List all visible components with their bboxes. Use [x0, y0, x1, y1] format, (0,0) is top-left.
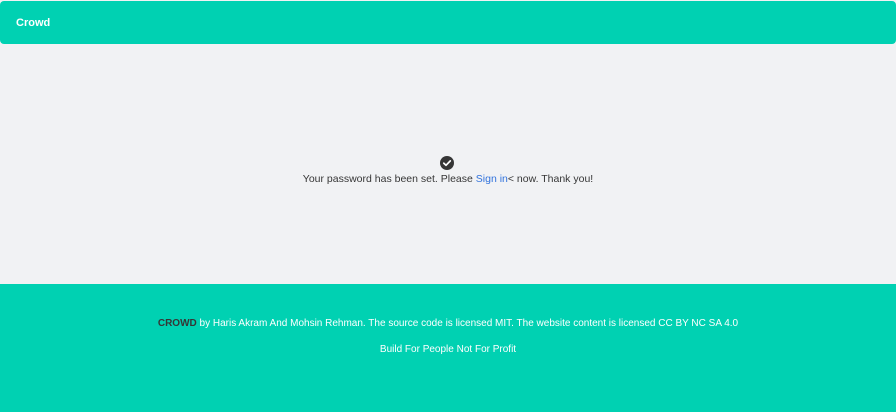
footer-credits: CROWD by Haris Akram And Mohsin Rehman. … [0, 318, 896, 329]
footer-brand: CROWD [157, 318, 197, 329]
sign-in-link[interactable]: Sign in [476, 173, 508, 185]
message-text-after: < now. Thank you! [507, 173, 594, 185]
footer: CROWD by Haris Akram And Mohsin Rehman. … [0, 284, 896, 412]
message-text-before: Your password has been set. Please [302, 173, 476, 185]
footer-tagline: Build For People Not For Profit [379, 344, 517, 355]
main-content: Your password has been set. Please Sign … [0, 44, 896, 284]
confirmation-message: Your password has been set. Please Sign … [0, 173, 896, 185]
brand-link[interactable]: Crowd [16, 17, 50, 29]
check-circle-icon [440, 156, 454, 170]
navbar: Crowd [0, 1, 896, 44]
footer-credits-text: by Haris Akram And Mohsin Rehman. The so… [196, 318, 739, 329]
